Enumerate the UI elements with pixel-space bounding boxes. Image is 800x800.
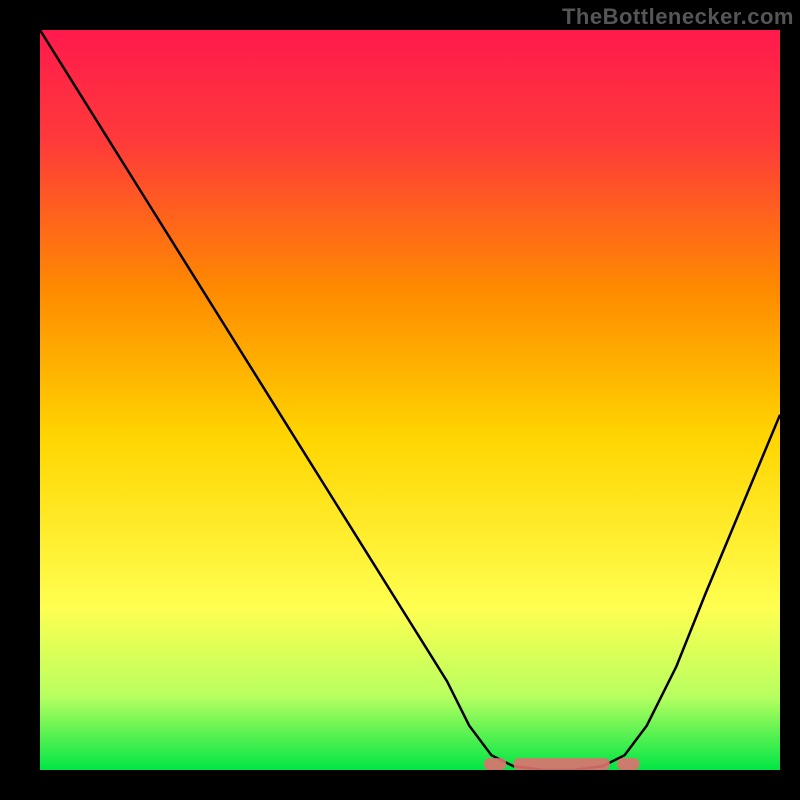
bottleneck-chart — [40, 30, 780, 770]
optimal-range-marker — [484, 758, 506, 770]
watermark-text: TheBottlenecker.com — [562, 4, 794, 30]
optimal-range-marker — [617, 758, 639, 770]
plot-area — [40, 30, 780, 770]
optimal-range-marker — [514, 758, 610, 770]
gradient-background — [40, 30, 780, 770]
chart-container: TheBottlenecker.com — [0, 0, 800, 800]
